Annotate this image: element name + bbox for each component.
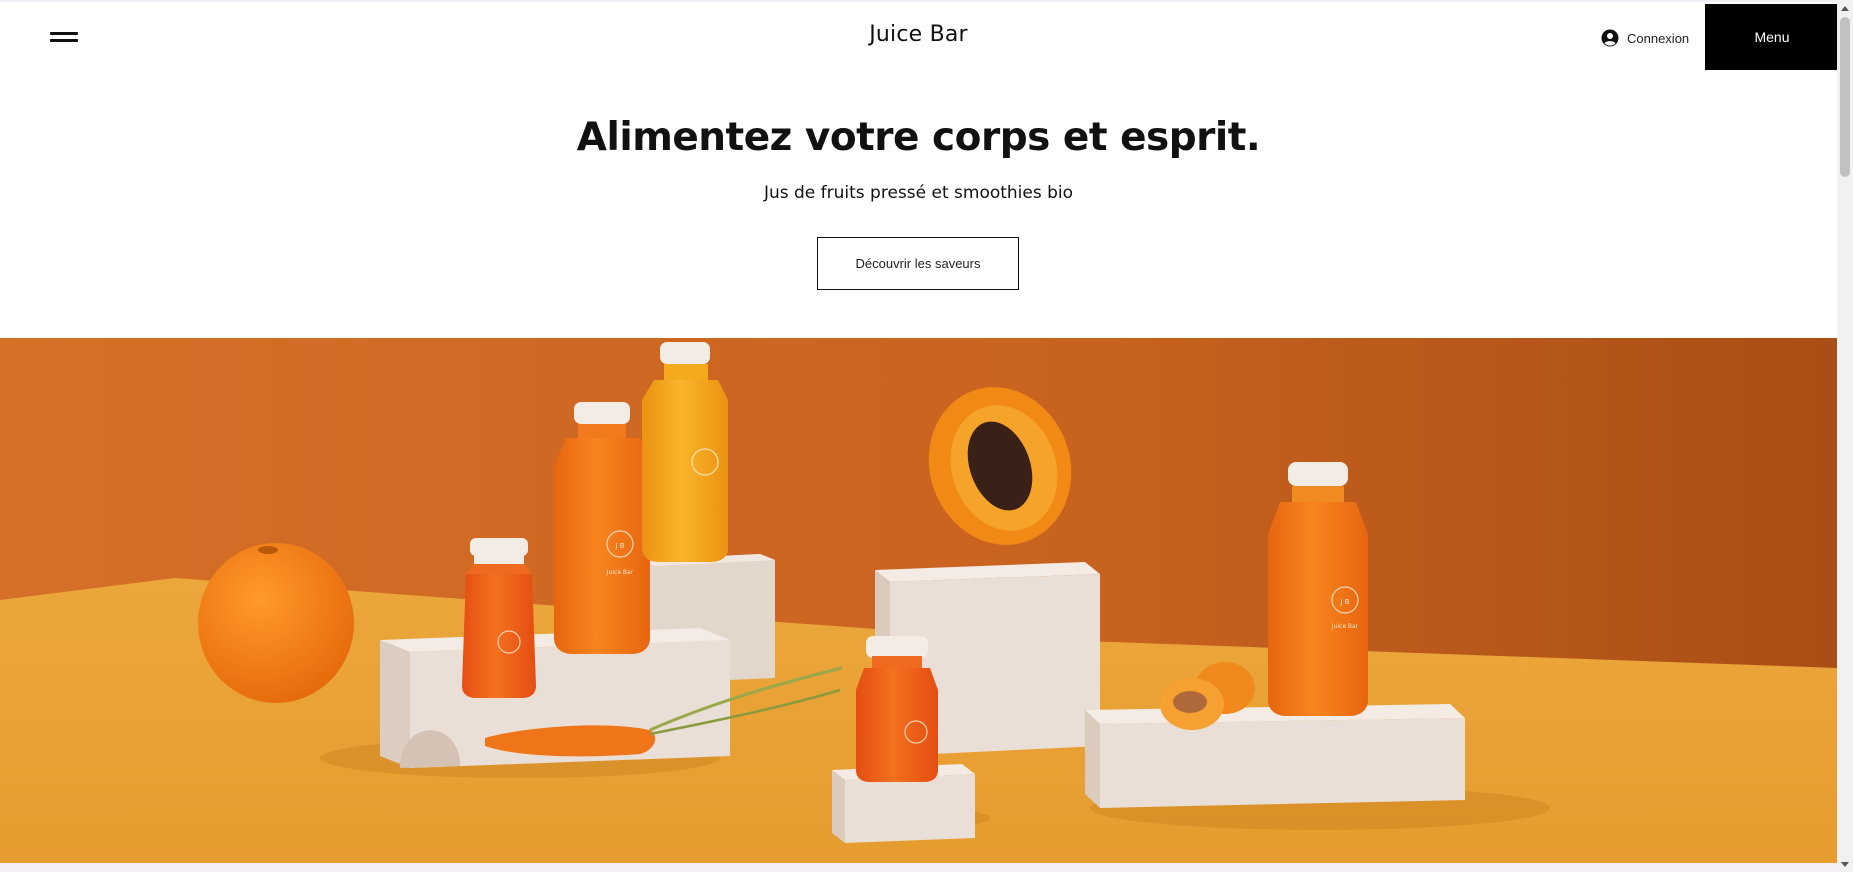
bottle-monogram: J B [614,542,624,550]
juice-still-life-illustration: J B Juice Bar J B Juice Bar [0,338,1837,863]
scrollbar-thumb[interactable] [1840,17,1850,177]
scroll-down-arrow-icon[interactable] [1837,856,1853,872]
site-header: Juice Bar Connexion Menu [0,0,1837,70]
login-label: Connexion [1627,30,1690,46]
bottle-monogram: J B [1339,598,1349,606]
bottle-label: Juice Bar [606,569,634,576]
vertical-scrollbar[interactable] [1837,0,1853,872]
site-title[interactable]: Juice Bar [869,22,968,47]
scroll-up-arrow-icon[interactable] [1837,0,1853,16]
login-button[interactable]: Connexion [1601,28,1689,48]
discover-flavors-button[interactable]: Découvrir les saveurs [817,237,1019,290]
page: Juice Bar Connexion Menu Alimentez votre… [0,0,1837,872]
hero-subtitle: Jus de fruits pressé et smoothies bio [763,183,1074,203]
hero-image: J B Juice Bar J B Juice Bar [0,338,1837,863]
next-section-edge [0,863,1837,872]
bottle-tall-middle [554,402,650,654]
user-circle-icon [1601,29,1619,47]
menu-button[interactable]: Menu [1705,4,1837,70]
site-logo: Juice Bar [0,22,1837,47]
hero-title: Alimentez votre corps et esprit. [576,115,1261,160]
bottle-label: Juice Bar [1331,623,1359,630]
